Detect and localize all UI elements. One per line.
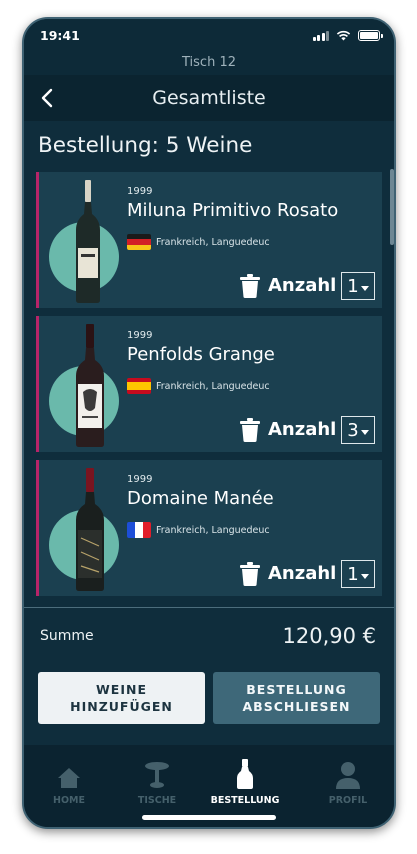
trash-icon[interactable] [239,562,261,586]
table-label: Tisch 12 [24,55,394,75]
status-time: 19:41 [40,28,80,43]
quantity-value: 1 [347,275,359,297]
wine-list[interactable]: 1999 Miluna Primitivo Rosato Frankreich,… [36,172,382,602]
chevron-down-icon [360,430,369,435]
wine-card[interactable]: 1999 Miluna Primitivo Rosato Frankreich,… [36,172,382,308]
wine-origin: Frankreich, Languedeuc [127,234,270,250]
wine-bottle-icon [76,324,104,447]
table-icon [145,762,169,788]
bottle-icon [237,759,253,789]
profile-icon [336,762,360,789]
tab-tables-label: TISCHE [137,795,177,806]
quantity-label: Anzahl [268,419,337,440]
status-icons [312,30,383,41]
wine-name: Miluna Primitivo Rosato [127,200,339,221]
signal-icon [312,30,329,41]
phone-frame: 19:41 Tisch 12 Gesamtliste Bestellung: 5… [22,17,396,829]
sum-label: Summe [40,628,94,644]
origin-text: Frankreich, Languedeuc [156,524,270,536]
wine-origin: Frankreich, Languedeuc [127,522,270,538]
wine-year: 1999 [127,330,153,341]
chevron-down-icon [360,574,369,579]
add-wines-button[interactable]: WEINE HINZUFÜGEN [38,672,205,724]
wine-name: Domaine Manée [127,488,274,509]
quantity-select[interactable]: 1 [341,560,375,588]
france-flag-icon [127,522,151,538]
trash-icon[interactable] [239,274,261,298]
quantity-label: Anzahl [268,563,337,584]
tab-tables[interactable]: TISCHE [112,759,202,806]
complete-order-button[interactable]: BESTELLUNG ABSCHLIESEN [213,672,380,724]
quantity-value: 1 [347,563,359,585]
tab-order-label: BESTELLUNG [210,795,280,806]
sum-value: 120,90 € [282,624,376,648]
wine-bottle-icon [76,468,104,591]
trash-icon[interactable] [239,418,261,442]
wine-name: Penfolds Grange [127,344,275,365]
wine-image [47,172,127,308]
tab-home[interactable]: HOME [24,759,114,806]
germany-flag-icon [127,234,151,250]
chevron-down-icon [360,286,369,291]
quantity-value: 3 [347,419,359,441]
battery-icon [358,30,383,41]
origin-text: Frankreich, Languedeuc [156,236,270,248]
tab-order[interactable]: BESTELLUNG [200,759,290,806]
quantity-select[interactable]: 3 [341,416,375,444]
quantity-label: Anzahl [268,275,337,296]
wine-year: 1999 [127,186,153,197]
origin-text: Frankreich, Languedeuc [156,380,270,392]
spain-flag-icon [127,378,151,394]
tab-profile-label: PROFIL [328,795,368,806]
wine-image [47,460,127,596]
wine-year: 1999 [127,474,153,485]
home-icon [58,768,80,788]
order-heading: Bestellung: 5 Weine [38,133,253,158]
wine-image [47,316,127,452]
status-bar: 19:41 [24,19,394,55]
wifi-icon [336,30,351,41]
quantity-select[interactable]: 1 [341,272,375,300]
wine-origin: Frankreich, Languedeuc [127,378,270,394]
summary-divider [24,607,394,608]
home-indicator[interactable] [142,815,276,820]
list-scrollbar[interactable] [390,169,394,245]
tab-profile[interactable]: PROFIL [303,759,393,806]
wine-card[interactable]: 1999 Penfolds Grange Frankreich, Langued… [36,316,382,452]
page-title: Gesamtliste [152,87,266,109]
navigation-bar: Gesamtliste [24,75,394,121]
wine-card[interactable]: 1999 Domaine Manée Frankreich, Languedeu… [36,460,382,596]
wine-bottle-icon [76,180,100,303]
tab-home-label: HOME [53,795,85,806]
